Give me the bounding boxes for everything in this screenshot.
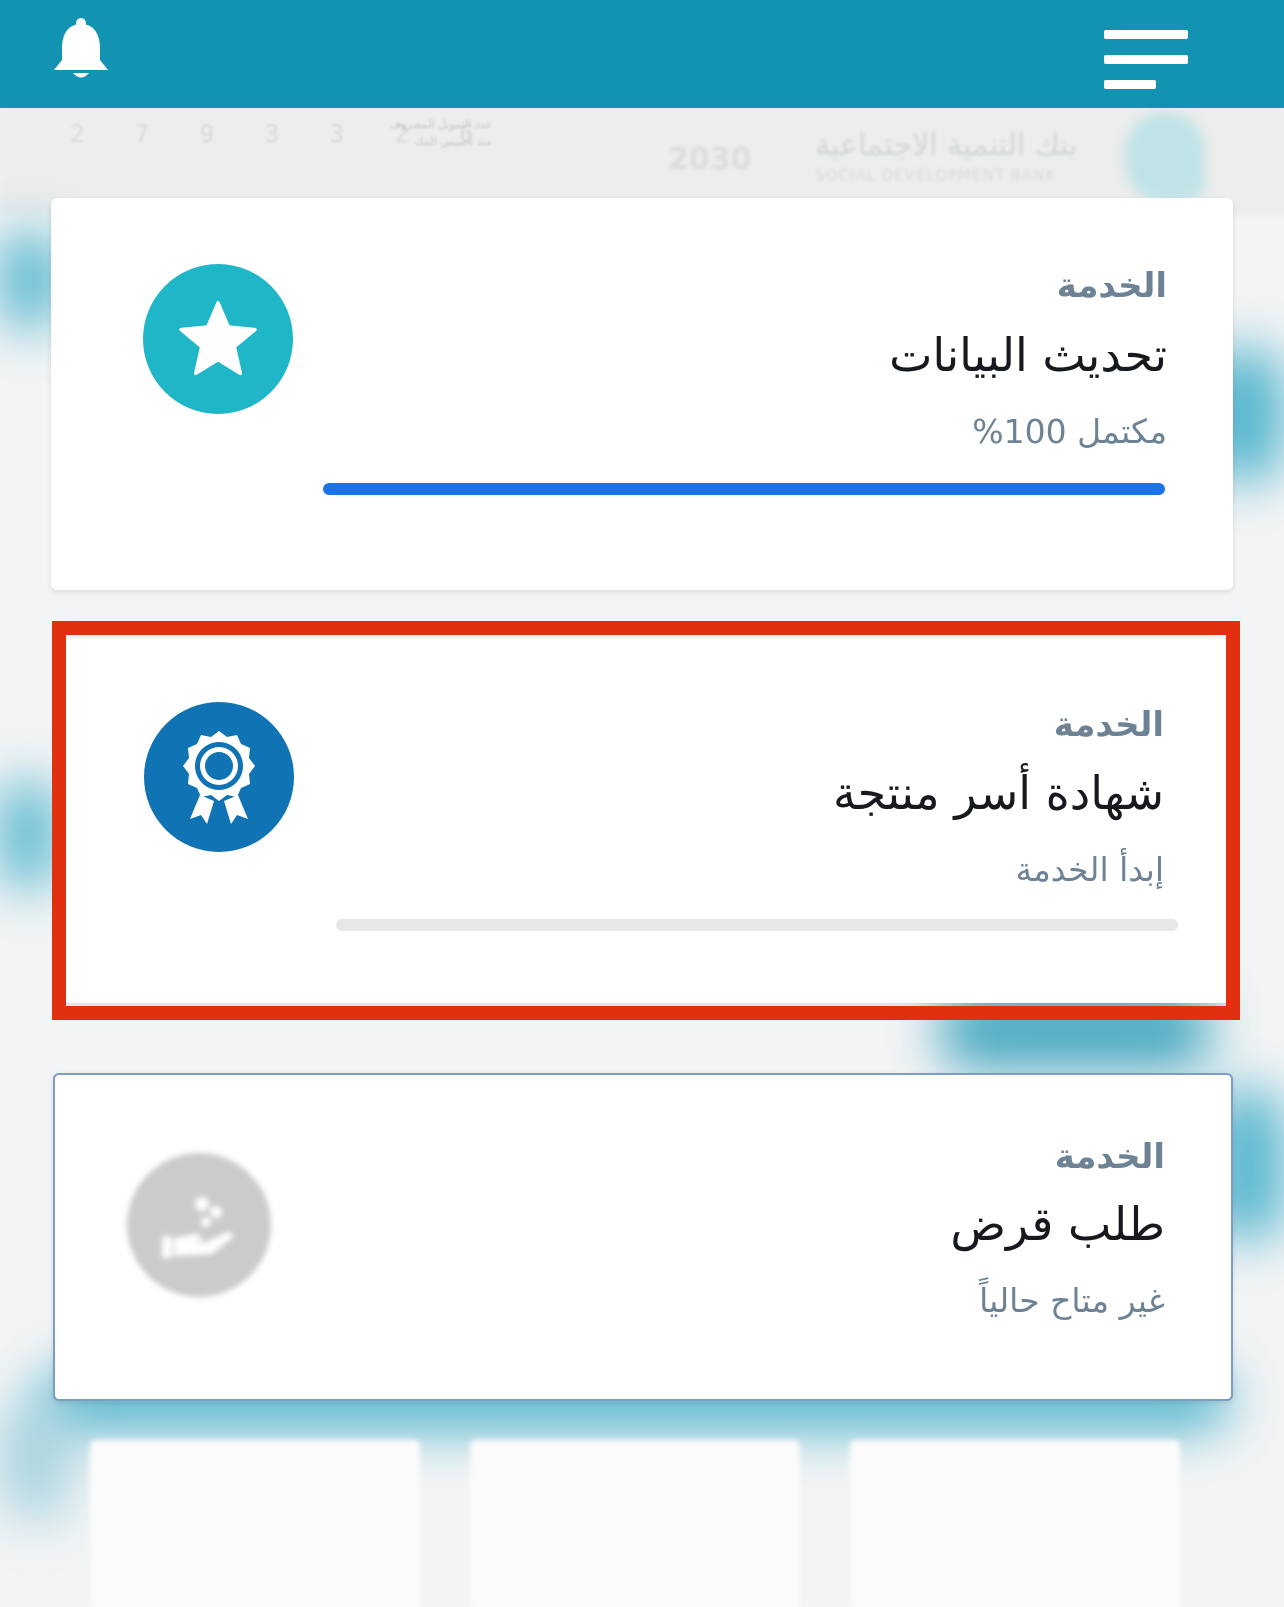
service-icon-circle <box>127 1153 271 1297</box>
menu-icon <box>1104 30 1188 89</box>
menu-button[interactable] <box>1100 26 1190 96</box>
top-app-bar <box>0 0 1284 108</box>
background-card <box>90 1440 420 1607</box>
service-status: إبدأ الخدمة <box>1015 850 1164 889</box>
service-label: الخدمة <box>1054 1137 1165 1177</box>
progress-bar <box>323 483 1165 495</box>
background-counter-caption: عدد التمويل المصروف منذ تأسيس البنك <box>389 118 492 148</box>
progress-bar <box>336 919 1178 931</box>
service-title: طلب قرض <box>950 1197 1165 1251</box>
bell-icon <box>54 18 108 78</box>
notifications-button[interactable] <box>50 16 112 80</box>
service-icon-circle <box>144 702 294 852</box>
service-label: الخدمة <box>1056 266 1167 306</box>
service-card-update-data[interactable]: الخدمة تحديث البيانات مكتمل 100% <box>51 198 1233 590</box>
background-blob <box>0 780 55 890</box>
background-bank-name-en: SOCIAL DEVELOPMENT BANK <box>815 166 1057 184</box>
service-card-loan-request[interactable]: الخدمة طلب قرض غير متاح حالياً <box>53 1073 1233 1401</box>
background-bank-name-ar: بنك التنمية الاجتماعية <box>815 128 1078 163</box>
service-status: مكتمل 100% <box>972 412 1167 451</box>
star-icon <box>179 301 257 376</box>
background-blob <box>0 1400 70 1520</box>
background-bank-logo <box>1125 112 1205 202</box>
service-status: غير متاح حالياً <box>979 1281 1165 1320</box>
background-card <box>470 1440 800 1607</box>
service-label: الخدمة <box>1053 705 1164 745</box>
hand-coins-icon <box>162 1197 233 1258</box>
award-badge-icon <box>183 731 255 824</box>
service-title: تحديث البيانات <box>889 328 1167 382</box>
services-screen: 2 7 9 3 3 2 6 عدد التمويل المصروف منذ تأ… <box>0 0 1284 1607</box>
progress-fill <box>323 483 1165 495</box>
service-card-productive-families-certificate[interactable]: الخدمة شهادة أسر منتجة إبدأ الخدمة <box>64 638 1230 1003</box>
background-vision-logo: 2030 <box>668 142 752 177</box>
service-icon-circle <box>143 264 293 414</box>
background-card <box>850 1440 1180 1607</box>
service-title: شهادة أسر منتجة <box>832 766 1164 820</box>
